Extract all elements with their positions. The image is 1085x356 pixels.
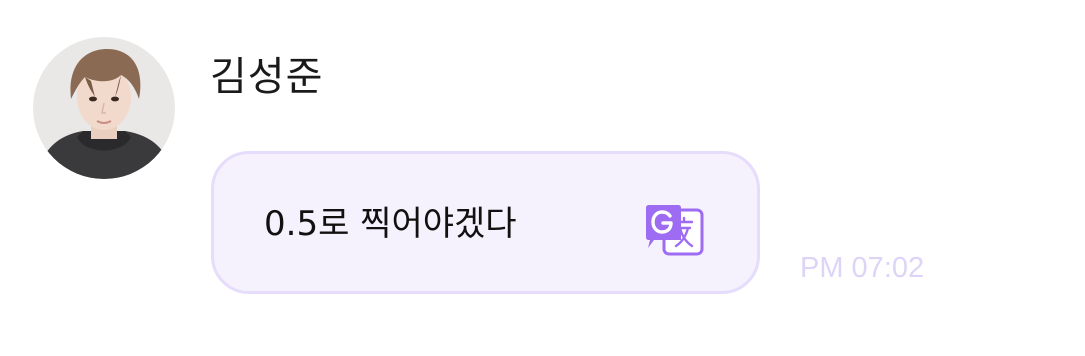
- avatar[interactable]: [33, 37, 175, 179]
- sender-name: 김성준: [210, 54, 324, 100]
- translate-icon[interactable]: [644, 204, 706, 256]
- timestamp: PM 07:02: [800, 252, 925, 284]
- message-bubble[interactable]: 0.5로 찍어야겠다: [211, 151, 760, 294]
- message-text: 0.5로 찍어야겠다: [264, 204, 517, 244]
- avatar-image: [33, 37, 175, 179]
